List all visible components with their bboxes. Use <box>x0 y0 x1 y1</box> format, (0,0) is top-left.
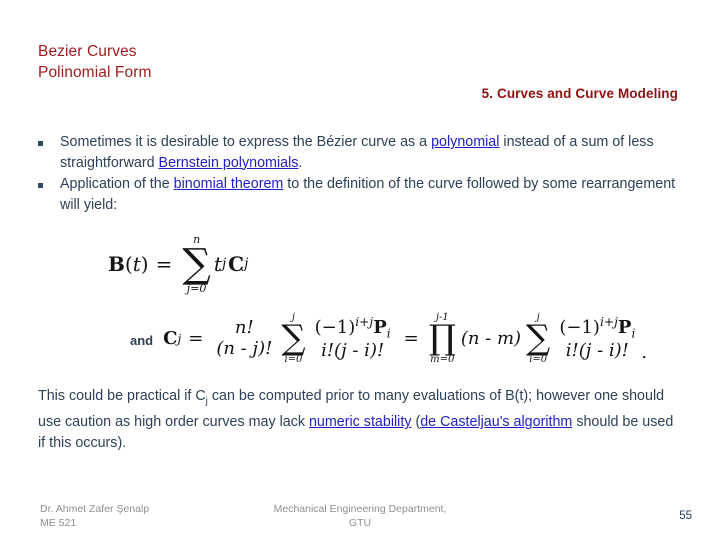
fraction-term-1: (−1)i+jPi i!(j - i)! <box>312 315 394 361</box>
link-de-casteljau-algorithm[interactable]: de Casteljau's algorithm <box>420 414 572 430</box>
link-numeric-stability[interactable]: numeric stability <box>309 414 412 430</box>
slide-title: Bezier Curves Polinomial Form <box>38 41 398 83</box>
eq1-C: C <box>228 252 245 277</box>
eq2-period: . <box>641 342 648 364</box>
closing-segment: ( <box>411 414 421 431</box>
summation-operator-1: j ∑ i=0 <box>281 312 305 365</box>
fraction-term-2: (−1)i+jPi i!(j - i)! <box>556 315 638 361</box>
page-number: 55 <box>679 510 692 522</box>
frac1-denominator: (n - j)! <box>216 337 273 359</box>
sum-glyph: ∑ <box>526 318 551 358</box>
frac2-denominator: i!(j - i)! <box>321 340 385 362</box>
closing-segment: This could be practical if C <box>38 388 206 404</box>
link-polynomial[interactable]: polynomial <box>431 134 499 150</box>
sum1-lower-limit: i=0 <box>284 354 303 366</box>
footer-author-name: Dr. Ahmet Zafer Şenalp <box>40 503 150 515</box>
eq2-equals: = <box>188 328 204 350</box>
sum-glyph: ∑ <box>281 318 306 358</box>
product-operator: j-1 ∏ m=0 <box>429 312 456 365</box>
frac3-denominator: i!(j - i)! <box>565 340 629 362</box>
fraction-n-factorial: n! (n - j)! <box>213 316 275 359</box>
eq1-lhs-B: B <box>108 252 125 277</box>
section-header: 5. Curves and Curve Modeling <box>481 86 678 101</box>
frac2-numerator: (−1)i+jPi <box>314 315 391 342</box>
bullet-segment: . <box>298 154 303 171</box>
footer-department: Mechanical Engineering Department, GTU <box>240 502 480 530</box>
sum-lower-limit: j=0 <box>186 281 207 295</box>
list-item: Sometimes it is desirable to express the… <box>38 132 686 173</box>
equation-bezier-polynomial: B(t) = n ∑ j=0 tjCj <box>108 233 249 295</box>
eq1-equals: = <box>155 252 173 277</box>
eq2-equals-2: = <box>403 328 419 350</box>
footer-course-code: ME 521 <box>40 517 77 529</box>
sum2-lower-limit: i=0 <box>529 354 548 366</box>
slide-title-line-1: Bezier Curves <box>38 43 137 60</box>
bullet-segment: Application of the <box>60 176 174 192</box>
bullet-list: Sometimes it is desirable to express the… <box>38 132 686 216</box>
link-binomial-theorem[interactable]: binomial theorem <box>174 176 284 192</box>
summation-operator-2: j ∑ i=0 <box>526 312 550 365</box>
footer-university: GTU <box>348 517 372 529</box>
footer-department-name: Mechanical Engineering Department, <box>273 503 447 515</box>
bullet-text-1: Sometimes it is desirable to express the… <box>60 132 686 173</box>
summation-operator: n ∑ j=0 <box>182 233 211 295</box>
slide-footer: Dr. Ahmet Zafer Şenalp ME 521 Mechanical… <box>0 498 720 540</box>
square-bullet-icon <box>38 132 60 148</box>
eq2-lhs-C: C <box>163 328 178 350</box>
prod-glyph: ∏ <box>428 318 456 358</box>
frac3-numerator: (−1)i+jPi <box>559 315 636 342</box>
eq1-t: t <box>213 252 222 277</box>
square-bullet-icon <box>38 174 60 190</box>
slide-root: Bezier Curves Polinomial Form 5. Curves … <box>0 0 720 540</box>
bullet-segment: Sometimes it is desirable to express the… <box>60 134 432 150</box>
prod-body: (n - m) <box>460 328 522 350</box>
bullet-text-2: Application of the binomial theorem to t… <box>60 174 686 215</box>
frac1-numerator: n! <box>234 316 254 338</box>
closing-paragraph: This could be practical if Cj can be com… <box>38 386 678 453</box>
and-label: and <box>130 332 154 348</box>
slide-title-line-2: Polinomial Form <box>38 64 152 81</box>
sum-glyph: ∑ <box>182 241 211 288</box>
link-bernstein-polynomials[interactable]: Bernstein polynomials <box>159 155 299 171</box>
list-item: Application of the binomial theorem to t… <box>38 174 686 215</box>
prod-lower-limit: m=0 <box>430 354 455 366</box>
equation-coefficient-cj: and Cj = n! (n - j)! j ∑ i=0 (−1)i+jPi i… <box>130 312 648 366</box>
footer-author: Dr. Ahmet Zafer Şenalp ME 521 <box>40 502 149 530</box>
